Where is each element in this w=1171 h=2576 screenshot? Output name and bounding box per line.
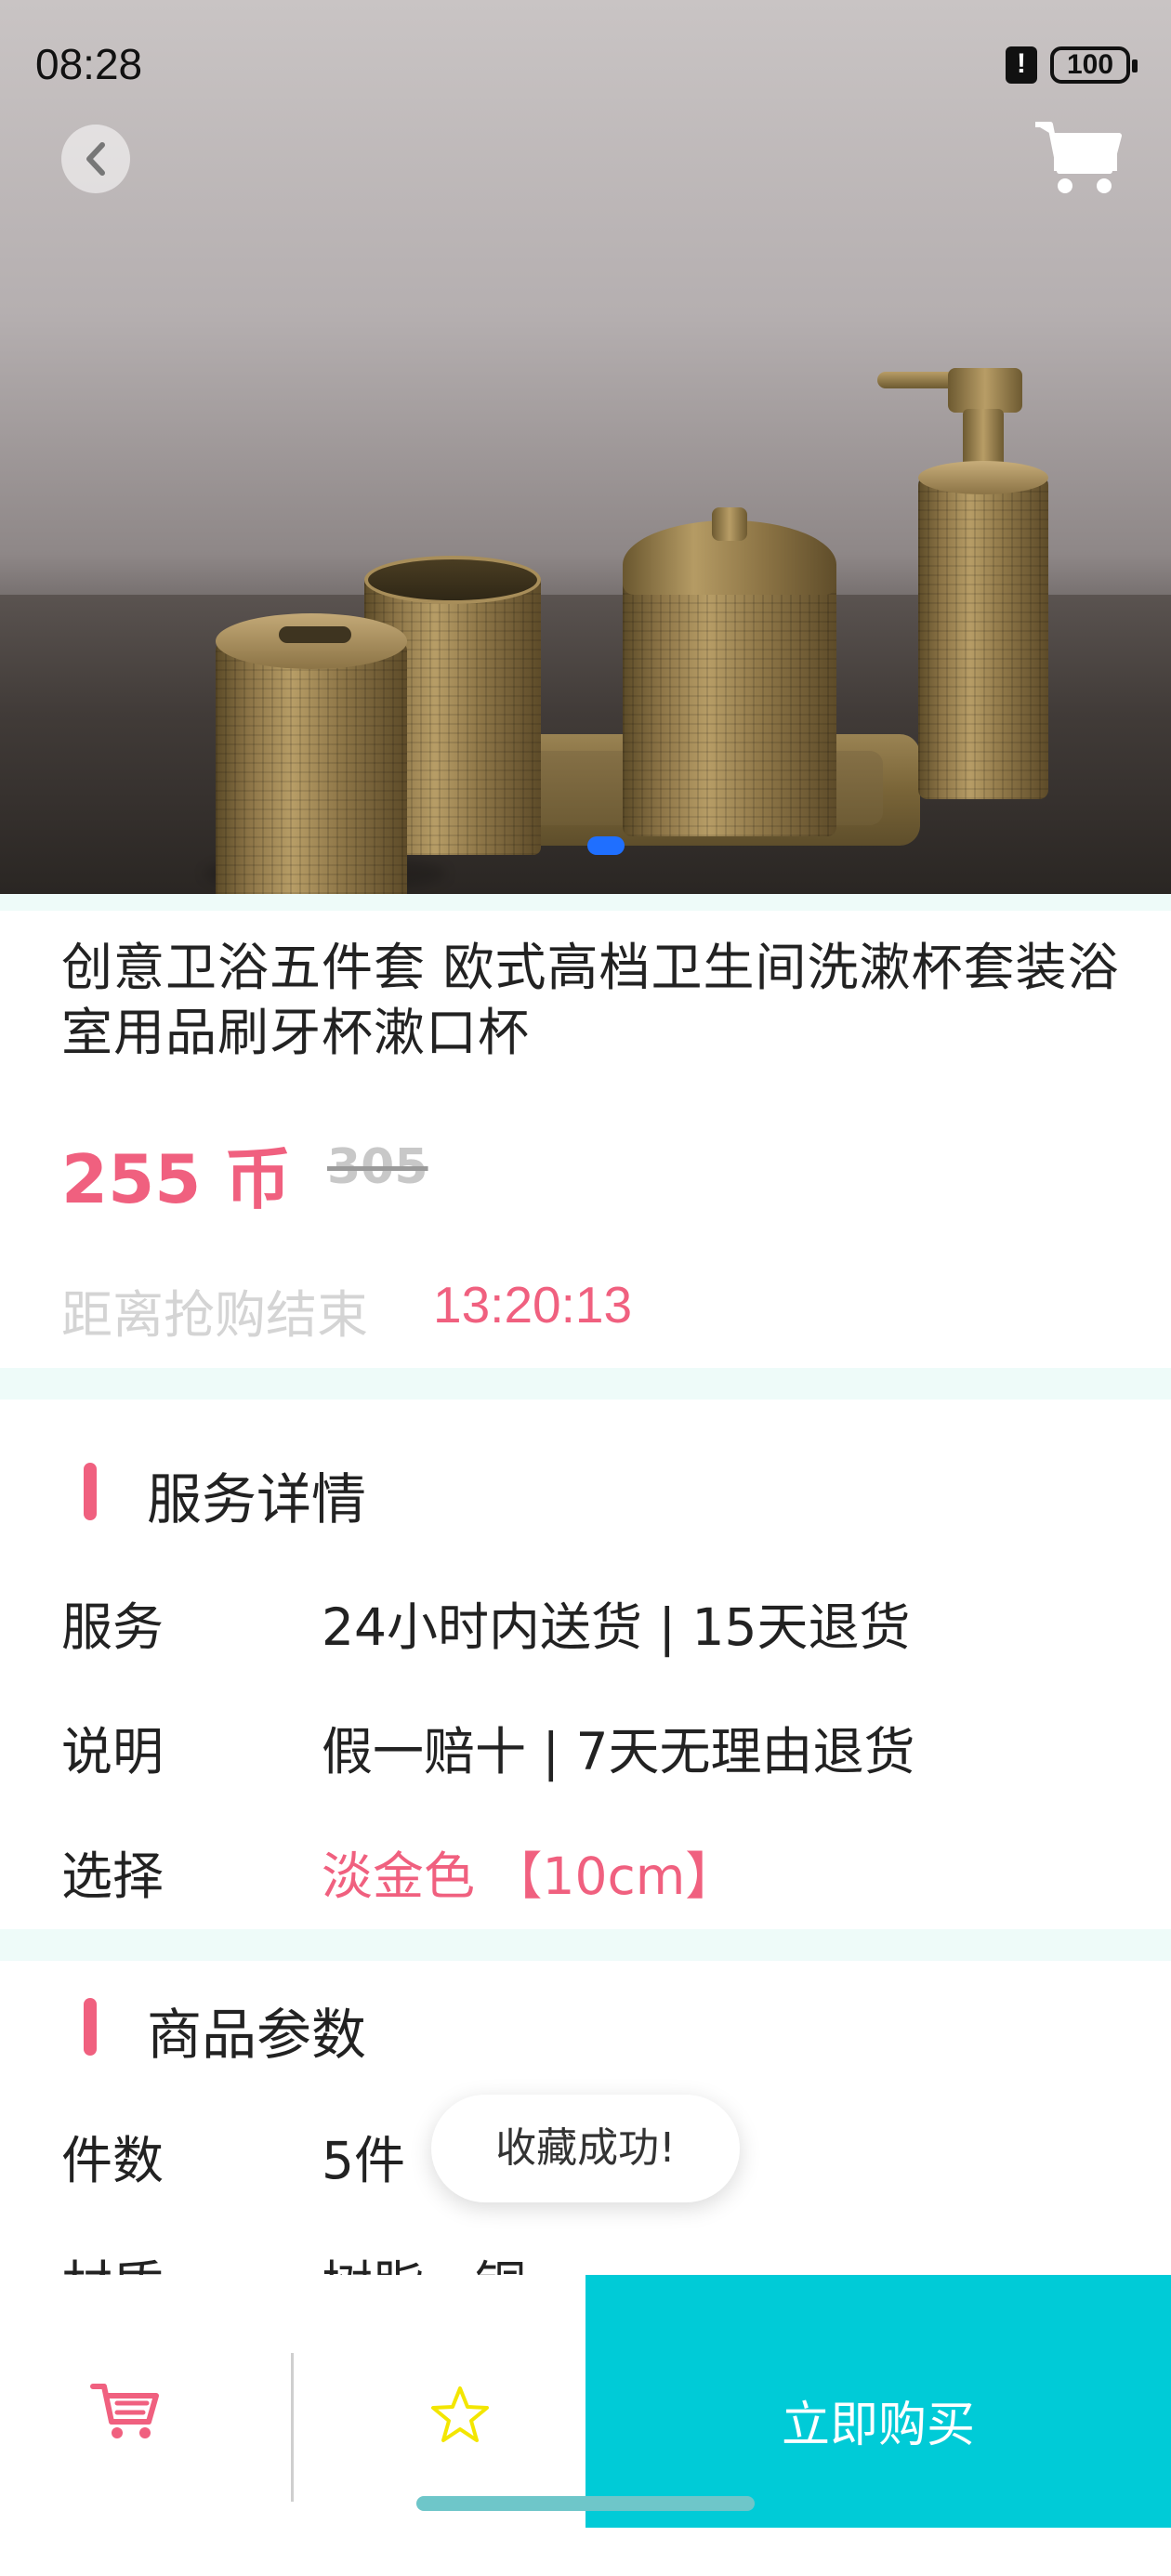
service-row-label: 服务 xyxy=(61,1597,164,1657)
back-button[interactable] xyxy=(61,125,130,193)
hero-toothbrush-holder xyxy=(216,641,407,894)
status-bar: 08:28 100 xyxy=(0,0,1171,130)
carousel-indicator-dot[interactable] xyxy=(587,836,625,855)
countdown-timer: 13:20:13 xyxy=(433,1276,633,1334)
status-time: 08:28 xyxy=(35,40,143,88)
product-price: 255 币 xyxy=(61,1140,292,1218)
hero-jar-knob xyxy=(712,507,747,541)
favorite-button[interactable] xyxy=(429,2385,491,2446)
hero-pump-head xyxy=(948,368,1022,413)
cart-icon xyxy=(1035,122,1122,193)
service-section-title: 服务详情 xyxy=(147,1467,367,1531)
add-to-cart-button[interactable] xyxy=(89,2379,160,2442)
product-image-carousel[interactable] xyxy=(0,0,1171,894)
description-row-value: 假一赔十 | 7天无理由退货 xyxy=(322,1722,915,1781)
hero-soap-dispenser-top xyxy=(918,461,1048,494)
product-old-price: 305 xyxy=(327,1139,428,1195)
buy-now-button[interactable]: 立即购买 xyxy=(586,2275,1171,2528)
hero-soap-dispenser xyxy=(918,476,1048,799)
battery-icon: 100 xyxy=(1050,46,1138,84)
selection-row-label[interactable]: 选择 xyxy=(61,1834,164,1909)
hero-cup-tall-rim xyxy=(364,556,541,604)
params-section-title: 商品参数 xyxy=(147,2003,367,2067)
back-icon xyxy=(86,142,105,176)
hero-jar xyxy=(623,558,836,836)
service-row-value: 24小时内送货 | 15天退货 xyxy=(322,1597,911,1657)
cart-button[interactable] xyxy=(1032,115,1125,199)
section-divider xyxy=(0,1368,1171,1400)
bottom-bar-divider xyxy=(291,2353,294,2502)
section-divider xyxy=(0,1929,1171,1961)
section-marker xyxy=(84,1998,97,2056)
description-row-label: 说明 xyxy=(61,1722,164,1781)
product-title: 创意卫浴五件套 欧式高档卫生间洗漱杯套装浴室用品刷牙杯漱口杯 xyxy=(61,938,1120,1062)
quantity-row-value: 5件 xyxy=(322,2131,405,2190)
battery-alert-icon xyxy=(1006,46,1037,84)
selection-row-value[interactable]: 淡金色 【10cm】 xyxy=(322,1834,736,1909)
favorite-success-toast: 收藏成功! xyxy=(431,2095,740,2202)
quantity-row-label: 件数 xyxy=(61,2131,164,2190)
star-icon xyxy=(431,2386,489,2442)
section-marker xyxy=(84,1463,97,1520)
hero-bottom-strip xyxy=(0,894,1171,911)
home-indicator[interactable] xyxy=(416,2496,755,2511)
cart-bottom-icon xyxy=(90,2384,159,2438)
countdown-label: 距离抢购结束 xyxy=(61,1285,369,1345)
hero-toothbrush-slot xyxy=(279,626,351,643)
